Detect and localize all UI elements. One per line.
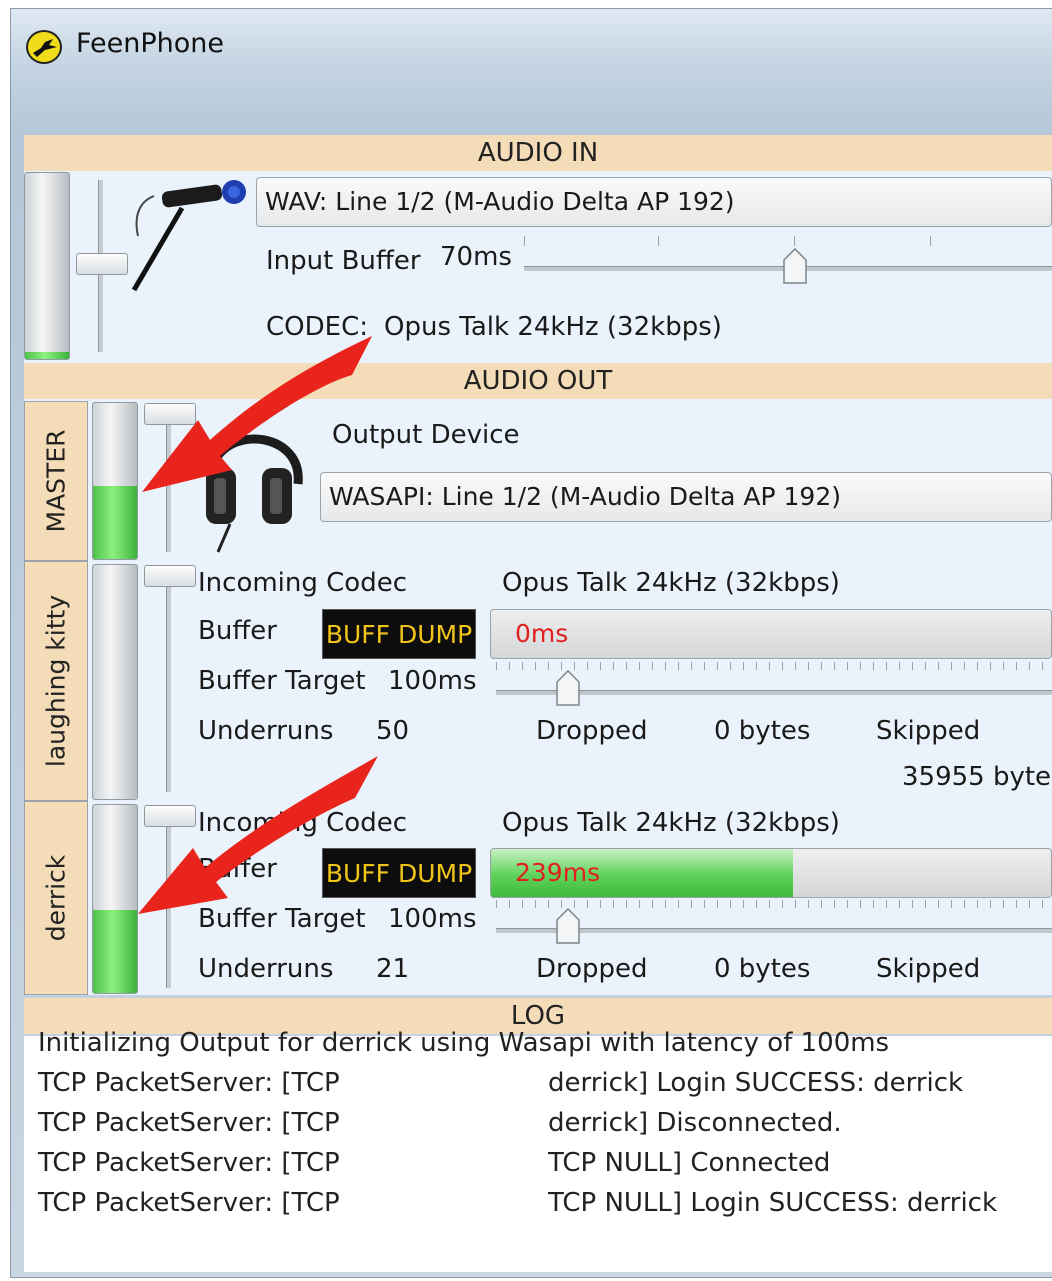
output-device-select[interactable]: WASAPI: Line 1/2 (M-Audio Delta AP 192) (320, 472, 1052, 522)
buffer-label: Buffer (198, 854, 277, 884)
user-volume-thumb[interactable] (144, 805, 196, 827)
bird-logo-icon (26, 30, 62, 64)
buffer-target-label: Buffer Target (198, 666, 366, 696)
underruns-value: 50 (376, 716, 410, 746)
master-volume-track[interactable] (166, 410, 171, 552)
buff-dump-button[interactable]: BUFF DUMP (322, 848, 476, 898)
log-line-right: TCP NULL] Login SUCCESS: derrick (548, 1188, 998, 1218)
buffer-label: Buffer (198, 616, 277, 646)
log-line-left: TCP PacketServer: [TCP (38, 1148, 340, 1178)
buffer-target-ticks (496, 900, 1052, 908)
skipped-label: Skipped (876, 954, 981, 984)
input-buffer-thumb[interactable] (783, 247, 807, 284)
user-level-fill (93, 910, 137, 993)
user-level-meter (92, 804, 138, 994)
buffer-level-value: 0ms (515, 619, 569, 648)
codec-value: Opus Talk 24kHz (32kbps) (384, 312, 722, 342)
incoming-codec-label: Incoming Codec (198, 808, 408, 838)
audio-out-header: AUDIO OUT (24, 363, 1052, 399)
user-volume-track[interactable] (166, 572, 171, 792)
headphones-icon (200, 404, 312, 558)
buffer-target-label: Buffer Target (198, 904, 366, 934)
tab-master-label: MASTER (41, 429, 71, 533)
input-buffer-ticks (524, 236, 1052, 248)
incoming-codec-value: Opus Talk 24kHz (32kbps) (502, 808, 840, 838)
dropped-value: 0 bytes (714, 954, 811, 984)
master-level-fill (93, 485, 137, 559)
dropped-value: 0 bytes (714, 716, 811, 746)
input-buffer-value: 70ms (440, 242, 512, 272)
audio-in-header: AUDIO IN (24, 135, 1052, 171)
user-volume-thumb[interactable] (144, 565, 196, 587)
buffer-target-thumb[interactable] (556, 669, 580, 706)
tab-user-derrick[interactable]: derrick (24, 801, 88, 995)
log-line-right: derrick] Disconnected. (548, 1108, 842, 1138)
log-line-right: derrick] Login SUCCESS: derrick (548, 1068, 964, 1098)
buffer-target-value: 100ms (388, 904, 477, 934)
master-level-meter (92, 402, 138, 560)
buffer-target-ticks (496, 662, 1052, 670)
skipped-value: 35955 byte (902, 762, 1052, 792)
buffer-level-bar: 0ms (490, 609, 1052, 659)
tab-user-label: laughing kitty (41, 594, 71, 768)
output-device-label: Output Device (332, 420, 520, 450)
skipped-label: Skipped (876, 716, 981, 746)
dropped-label: Dropped (536, 954, 648, 984)
input-volume-thumb[interactable] (76, 253, 128, 275)
buffer-level-bar: 239ms (490, 848, 1052, 898)
incoming-codec-value: Opus Talk 24kHz (32kbps) (502, 568, 840, 598)
microphone-icon (128, 178, 258, 298)
input-level-fill (25, 351, 69, 359)
underruns-label: Underruns (198, 954, 334, 984)
codec-label: CODEC: (266, 312, 368, 342)
log-line-left: TCP PacketServer: [TCP (38, 1108, 340, 1138)
input-device-select[interactable]: WAV: Line 1/2 (M-Audio Delta AP 192) (256, 177, 1052, 227)
log-line-right: TCP NULL] Connected (548, 1148, 831, 1178)
buffer-level-value: 239ms (515, 858, 601, 887)
input-level-meter (24, 172, 70, 360)
log-line-left: TCP PacketServer: [TCP (38, 1188, 340, 1218)
buff-dump-button[interactable]: BUFF DUMP (322, 609, 476, 659)
tab-master[interactable]: MASTER (24, 401, 88, 561)
input-buffer-label: Input Buffer (266, 246, 421, 276)
dropped-label: Dropped (536, 716, 648, 746)
user-volume-track[interactable] (166, 812, 171, 988)
log-line-left: TCP PacketServer: [TCP (38, 1068, 340, 1098)
buffer-target-thumb[interactable] (556, 907, 580, 944)
app-title: FeenPhone (76, 28, 225, 59)
underruns-value: 21 (376, 954, 410, 984)
buffer-target-value: 100ms (388, 666, 477, 696)
user-level-meter (92, 564, 138, 800)
incoming-codec-label: Incoming Codec (198, 568, 408, 598)
log-line: Initializing Output for derrick using Wa… (38, 1028, 890, 1058)
master-volume-thumb[interactable] (144, 403, 196, 425)
underruns-label: Underruns (198, 716, 334, 746)
tab-user-label: derrick (41, 854, 71, 942)
tab-user-laughing-kitty[interactable]: laughing kitty (24, 561, 88, 801)
